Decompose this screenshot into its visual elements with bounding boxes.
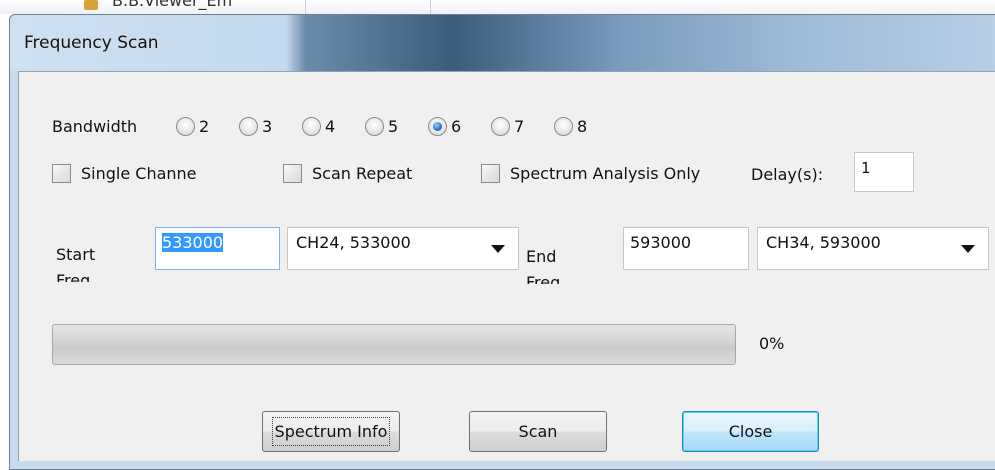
checkbox-icon[interactable] (481, 164, 500, 183)
radio-label: 6 (451, 117, 462, 136)
delay-input[interactable]: 1 (854, 152, 914, 192)
divider (305, 0, 306, 14)
checkbox-icon[interactable] (52, 164, 71, 183)
end-freq-label: End Freq (526, 247, 561, 284)
radio-label: 3 (262, 117, 273, 136)
start-freq-value: 533000 (162, 233, 224, 252)
spectrum-info-button[interactable]: Spectrum Info (262, 411, 400, 452)
divider (430, 0, 431, 14)
radio-label: 8 (577, 117, 588, 136)
scan-progress-bar (52, 324, 736, 365)
scan-button[interactable]: Scan (469, 411, 607, 452)
title-bar[interactable]: Frequency Scan (10, 15, 995, 71)
radio-unselected-icon[interactable] (302, 117, 321, 136)
end-channel-value: CH34, 593000 (766, 233, 881, 252)
bandwidth-radio-6[interactable]: 6 (428, 117, 461, 136)
close-button[interactable]: Close (682, 411, 819, 452)
radio-unselected-icon[interactable] (365, 117, 384, 136)
scan-repeat-checkbox[interactable]: Scan Repeat (283, 164, 412, 183)
radio-label: 5 (388, 117, 399, 136)
scan-repeat-label: Scan Repeat (312, 164, 413, 183)
bandwidth-radio-8[interactable]: 8 (554, 117, 587, 136)
bandwidth-radio-5[interactable]: 5 (365, 117, 398, 136)
bandwidth-radio-3[interactable]: 3 (239, 117, 272, 136)
frequency-scan-dialog: Frequency Scan Bandwidth 2 3 4 5 6 7 8 S… (9, 14, 995, 470)
dialog-body: Bandwidth 2 3 4 5 6 7 8 Single Channe Sc… (18, 71, 995, 461)
progress-percent: 0% (759, 334, 785, 353)
background-window-title: B.B.Viewer_Em (112, 0, 233, 10)
radio-unselected-icon[interactable] (239, 117, 258, 136)
radio-unselected-icon[interactable] (491, 117, 510, 136)
end-freq-value: 593000 (630, 233, 692, 252)
background-window: B.B.Viewer_Em (0, 0, 995, 14)
chevron-down-icon[interactable] (491, 245, 505, 253)
radio-label: 2 (199, 117, 210, 136)
spectrum-only-label: Spectrum Analysis Only (510, 164, 701, 183)
app-icon (84, 0, 98, 10)
single-channel-checkbox[interactable]: Single Channe (52, 164, 197, 183)
start-channel-value: CH24, 533000 (296, 233, 411, 252)
window-title: Frequency Scan (24, 33, 159, 53)
radio-selected-icon[interactable] (428, 117, 447, 136)
radio-unselected-icon[interactable] (554, 117, 573, 136)
radio-label: 7 (514, 117, 525, 136)
end-channel-dropdown[interactable]: CH34, 593000 (757, 227, 989, 270)
radio-unselected-icon[interactable] (176, 117, 195, 136)
bandwidth-radio-2[interactable]: 2 (176, 117, 209, 136)
start-freq-input[interactable]: 533000 (155, 227, 280, 270)
bandwidth-radio-7[interactable]: 7 (491, 117, 524, 136)
end-freq-input[interactable]: 593000 (623, 227, 749, 270)
start-freq-label: Start Freq (56, 245, 96, 282)
delay-label: Delay(s): (751, 165, 824, 184)
spectrum-info-label: Spectrum Info (271, 417, 391, 446)
spectrum-only-checkbox[interactable]: Spectrum Analysis Only (481, 164, 700, 183)
start-channel-dropdown[interactable]: CH24, 533000 (287, 227, 519, 270)
bandwidth-radio-4[interactable]: 4 (302, 117, 335, 136)
chevron-down-icon[interactable] (961, 245, 975, 253)
bandwidth-label: Bandwidth (52, 117, 138, 136)
checkbox-icon[interactable] (283, 164, 302, 183)
radio-label: 4 (325, 117, 336, 136)
single-channel-label: Single Channe (81, 164, 197, 183)
